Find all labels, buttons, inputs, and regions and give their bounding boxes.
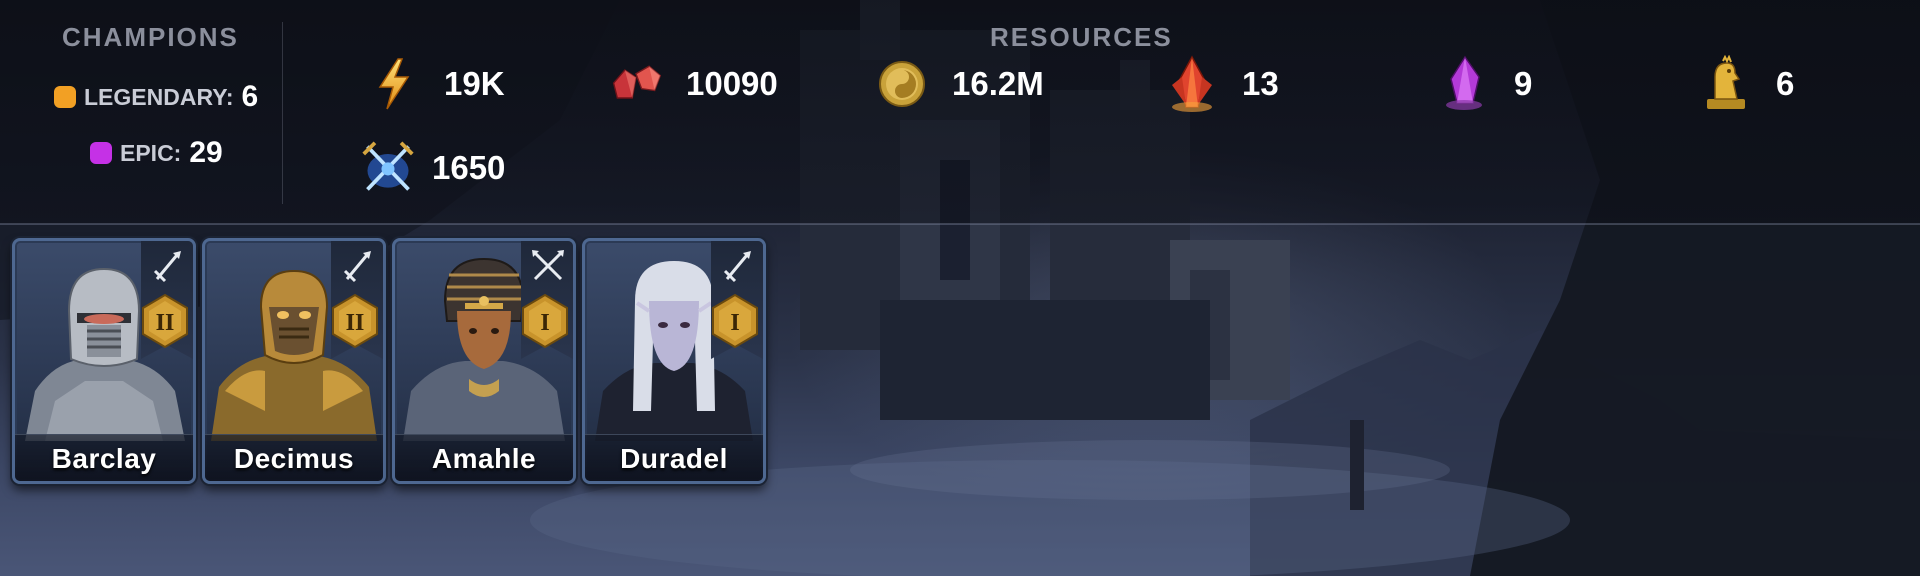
band-divider-line: [0, 223, 1920, 225]
legendary-label: LEGENDARY:: [84, 83, 234, 110]
gold-chicken-value: 6: [1776, 65, 1795, 102]
resource-arena-token: 1650: [360, 140, 505, 196]
resources-heading: RESOURCES: [990, 22, 1173, 52]
top-info-band: [0, 0, 1920, 224]
legendary-dot-icon: [54, 86, 76, 108]
gold-chicken-icon: [1698, 55, 1754, 112]
legendary-count-row: LEGENDARY: 6: [54, 80, 258, 114]
red-shard-icon: [1164, 55, 1220, 112]
epic-count: 29: [189, 136, 223, 169]
rubies-value: 10090: [686, 65, 778, 102]
rank-label: I: [730, 310, 739, 336]
sword-icon: [723, 251, 751, 283]
champions-heading: CHAMPIONS: [62, 22, 239, 52]
section-divider: [282, 22, 283, 204]
arena-token-icon: [360, 140, 416, 196]
energy-value: 19K: [444, 65, 505, 102]
champion-card-decimus[interactable]: II Decimus: [202, 238, 386, 484]
epic-label: EPIC:: [120, 139, 182, 166]
crossed-arrows-icon: [532, 250, 564, 281]
legendary-count: 6: [241, 80, 259, 113]
sword-icon: [343, 251, 371, 283]
rank-badge-icon: I: [712, 293, 758, 349]
rank-label: II: [346, 310, 365, 336]
purple-shard-value: 9: [1514, 65, 1533, 102]
champion-name: Duradel: [620, 443, 728, 474]
energy-bolt-icon: [366, 56, 422, 112]
champion-name: Decimus: [233, 443, 355, 474]
rank-badge-icon: II: [332, 293, 378, 349]
champion-name: Barclay: [51, 443, 157, 474]
champion-card-barclay[interactable]: II Barclay: [12, 238, 196, 484]
purple-shard-icon: [1436, 55, 1492, 112]
rank-badge-icon: I: [522, 293, 568, 349]
champion-name: Amahle: [431, 443, 537, 474]
epic-count-row: EPIC: 29: [90, 136, 223, 170]
resource-purple-shard: 9: [1436, 55, 1533, 112]
sword-icon: [153, 251, 181, 283]
silver-coin-icon: [874, 56, 930, 112]
resource-rubies: 10090: [608, 56, 778, 112]
red-shard-value: 13: [1242, 65, 1279, 102]
resource-silver: 16.2M: [874, 56, 1044, 112]
rank-badge-icon: II: [142, 293, 188, 349]
epic-dot-icon: [90, 142, 112, 164]
champion-card-duradel[interactable]: I Duradel: [582, 238, 766, 484]
resource-energy: 19K: [366, 56, 505, 112]
resource-gold-chicken: 6: [1698, 55, 1795, 112]
silver-value: 16.2M: [952, 65, 1044, 102]
rank-label: II: [156, 310, 175, 336]
rubies-icon: [608, 56, 664, 112]
rank-label: I: [540, 310, 549, 336]
arena-token-value: 1650: [432, 149, 506, 186]
champion-card-amahle[interactable]: I Amahle: [392, 238, 576, 484]
resource-red-shard: 13: [1164, 55, 1279, 112]
